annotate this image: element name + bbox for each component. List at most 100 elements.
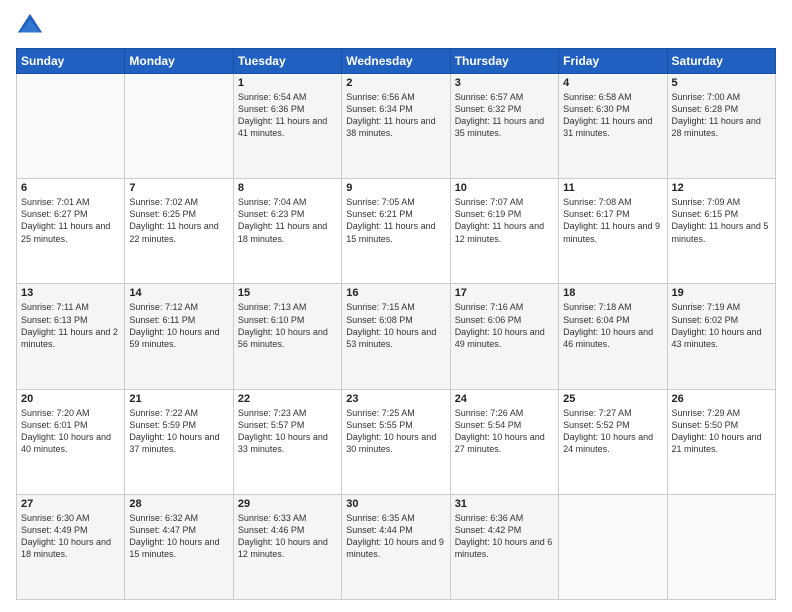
calendar-cell xyxy=(17,74,125,179)
calendar-cell: 12 Sunrise: 7:09 AMSunset: 6:15 PMDayligh… xyxy=(667,179,775,284)
calendar-cell: 20 Sunrise: 7:20 AMSunset: 6:01 PMDayligh… xyxy=(17,389,125,494)
day-number: 30 xyxy=(346,498,445,510)
cell-content: Sunrise: 7:07 AMSunset: 6:19 PMDaylight:… xyxy=(455,196,554,245)
cell-content: Sunrise: 7:19 AMSunset: 6:02 PMDaylight:… xyxy=(672,301,771,350)
day-number: 20 xyxy=(21,393,120,405)
cell-content: Sunrise: 7:05 AMSunset: 6:21 PMDaylight:… xyxy=(346,196,445,245)
calendar-cell: 14 Sunrise: 7:12 AMSunset: 6:11 PMDayligh… xyxy=(125,284,233,389)
cell-content: Sunrise: 7:11 AMSunset: 6:13 PMDaylight:… xyxy=(21,301,120,350)
calendar-cell: 19 Sunrise: 7:19 AMSunset: 6:02 PMDayligh… xyxy=(667,284,775,389)
cell-content: Sunrise: 7:27 AMSunset: 5:52 PMDaylight:… xyxy=(563,407,662,456)
logo-icon xyxy=(16,12,44,40)
day-number: 12 xyxy=(672,182,771,194)
logo xyxy=(16,12,48,40)
day-number: 4 xyxy=(563,77,662,89)
cell-content: Sunrise: 7:23 AMSunset: 5:57 PMDaylight:… xyxy=(238,407,337,456)
day-number: 15 xyxy=(238,287,337,299)
cell-content: Sunrise: 7:20 AMSunset: 6:01 PMDaylight:… xyxy=(21,407,120,456)
calendar-cell: 8Sunrise: 7:04 AMSunset: 6:23 PMDaylight… xyxy=(233,179,341,284)
calendar-cell: 23 Sunrise: 7:25 AMSunset: 5:55 PMDayligh… xyxy=(342,389,450,494)
calendar-cell: 25 Sunrise: 7:27 AMSunset: 5:52 PMDayligh… xyxy=(559,389,667,494)
day-number: 16 xyxy=(346,287,445,299)
col-header-tuesday: Tuesday xyxy=(233,49,341,74)
week-row-2: 6Sunrise: 7:01 AMSunset: 6:27 PMDaylight… xyxy=(17,179,776,284)
calendar-cell: 4 Sunrise: 6:58 AMSunset: 6:30 PMDaylight… xyxy=(559,74,667,179)
day-number: 14 xyxy=(129,287,228,299)
calendar-cell: 3 Sunrise: 6:57 AMSunset: 6:32 PMDaylight… xyxy=(450,74,558,179)
calendar-cell xyxy=(559,494,667,599)
day-number: 26 xyxy=(672,393,771,405)
page: SundayMondayTuesdayWednesdayThursdayFrid… xyxy=(0,0,792,612)
col-header-thursday: Thursday xyxy=(450,49,558,74)
day-number: 17 xyxy=(455,287,554,299)
cell-content: Sunrise: 7:26 AMSunset: 5:54 PMDaylight:… xyxy=(455,407,554,456)
cell-content: Sunrise: 7:15 AMSunset: 6:08 PMDaylight:… xyxy=(346,301,445,350)
cell-content: Sunrise: 6:33 AMSunset: 4:46 PMDaylight:… xyxy=(238,512,337,561)
calendar-cell: 24 Sunrise: 7:26 AMSunset: 5:54 PMDayligh… xyxy=(450,389,558,494)
calendar-cell: 7Sunrise: 7:02 AMSunset: 6:25 PMDaylight… xyxy=(125,179,233,284)
calendar-table: SundayMondayTuesdayWednesdayThursdayFrid… xyxy=(16,48,776,600)
calendar-cell: 6Sunrise: 7:01 AMSunset: 6:27 PMDaylight… xyxy=(17,179,125,284)
cell-content: Sunrise: 7:25 AMSunset: 5:55 PMDaylight:… xyxy=(346,407,445,456)
day-number: 1 xyxy=(238,77,337,89)
day-number: 21 xyxy=(129,393,228,405)
calendar-cell xyxy=(125,74,233,179)
cell-content: Sunrise: 6:58 AMSunset: 6:30 PMDaylight:… xyxy=(563,91,662,140)
cell-content: Sunrise: 7:04 AMSunset: 6:23 PMDaylight:… xyxy=(238,196,337,245)
calendar-cell: 2 Sunrise: 6:56 AMSunset: 6:34 PMDaylight… xyxy=(342,74,450,179)
cell-content: Sunrise: 6:35 AMSunset: 4:44 PMDaylight:… xyxy=(346,512,445,561)
calendar-cell: 11Sunrise: 7:08 AMSunset: 6:17 PMDayligh… xyxy=(559,179,667,284)
header-row: SundayMondayTuesdayWednesdayThursdayFrid… xyxy=(17,49,776,74)
day-number: 19 xyxy=(672,287,771,299)
cell-content: Sunrise: 7:09 AMSunset: 6:15 PMDaylight:… xyxy=(672,196,771,245)
week-row-4: 20 Sunrise: 7:20 AMSunset: 6:01 PMDayligh… xyxy=(17,389,776,494)
day-number: 18 xyxy=(563,287,662,299)
col-header-sunday: Sunday xyxy=(17,49,125,74)
week-row-3: 13Sunrise: 7:11 AMSunset: 6:13 PMDayligh… xyxy=(17,284,776,389)
calendar-cell: 17 Sunrise: 7:16 AMSunset: 6:06 PMDayligh… xyxy=(450,284,558,389)
calendar-cell: 30 Sunrise: 6:35 AMSunset: 4:44 PMDayligh… xyxy=(342,494,450,599)
cell-content: Sunrise: 6:54 AMSunset: 6:36 PMDaylight:… xyxy=(238,91,337,140)
cell-content: Sunrise: 7:22 AMSunset: 5:59 PMDaylight:… xyxy=(129,407,228,456)
calendar-cell: 13Sunrise: 7:11 AMSunset: 6:13 PMDayligh… xyxy=(17,284,125,389)
day-number: 10 xyxy=(455,182,554,194)
header xyxy=(16,12,776,40)
cell-content: Sunrise: 7:12 AMSunset: 6:11 PMDaylight:… xyxy=(129,301,228,350)
col-header-friday: Friday xyxy=(559,49,667,74)
calendar-cell: 29Sunrise: 6:33 AMSunset: 4:46 PMDayligh… xyxy=(233,494,341,599)
day-number: 3 xyxy=(455,77,554,89)
week-row-5: 27 Sunrise: 6:30 AMSunset: 4:49 PMDayligh… xyxy=(17,494,776,599)
day-number: 24 xyxy=(455,393,554,405)
cell-content: Sunrise: 6:32 AMSunset: 4:47 PMDaylight:… xyxy=(129,512,228,561)
day-number: 5 xyxy=(672,77,771,89)
cell-content: Sunrise: 6:57 AMSunset: 6:32 PMDaylight:… xyxy=(455,91,554,140)
day-number: 27 xyxy=(21,498,120,510)
calendar-cell xyxy=(667,494,775,599)
calendar-cell: 28Sunrise: 6:32 AMSunset: 4:47 PMDayligh… xyxy=(125,494,233,599)
calendar-cell: 27 Sunrise: 6:30 AMSunset: 4:49 PMDayligh… xyxy=(17,494,125,599)
col-header-monday: Monday xyxy=(125,49,233,74)
calendar-cell: 26 Sunrise: 7:29 AMSunset: 5:50 PMDayligh… xyxy=(667,389,775,494)
col-header-saturday: Saturday xyxy=(667,49,775,74)
day-number: 23 xyxy=(346,393,445,405)
cell-content: Sunrise: 7:02 AMSunset: 6:25 PMDaylight:… xyxy=(129,196,228,245)
calendar-body: 1 Sunrise: 6:54 AMSunset: 6:36 PMDaylight… xyxy=(17,74,776,600)
week-row-1: 1 Sunrise: 6:54 AMSunset: 6:36 PMDaylight… xyxy=(17,74,776,179)
col-header-wednesday: Wednesday xyxy=(342,49,450,74)
cell-content: Sunrise: 7:29 AMSunset: 5:50 PMDaylight:… xyxy=(672,407,771,456)
calendar-cell: 22Sunrise: 7:23 AMSunset: 5:57 PMDayligh… xyxy=(233,389,341,494)
cell-content: Sunrise: 7:16 AMSunset: 6:06 PMDaylight:… xyxy=(455,301,554,350)
day-number: 25 xyxy=(563,393,662,405)
day-number: 11 xyxy=(563,182,662,194)
cell-content: Sunrise: 6:36 AMSunset: 4:42 PMDaylight:… xyxy=(455,512,554,561)
cell-content: Sunrise: 6:30 AMSunset: 4:49 PMDaylight:… xyxy=(21,512,120,561)
calendar-cell: 1 Sunrise: 6:54 AMSunset: 6:36 PMDaylight… xyxy=(233,74,341,179)
calendar-cell: 5Sunrise: 7:00 AMSunset: 6:28 PMDaylight… xyxy=(667,74,775,179)
cell-content: Sunrise: 6:56 AMSunset: 6:34 PMDaylight:… xyxy=(346,91,445,140)
cell-content: Sunrise: 7:01 AMSunset: 6:27 PMDaylight:… xyxy=(21,196,120,245)
calendar-header: SundayMondayTuesdayWednesdayThursdayFrid… xyxy=(17,49,776,74)
day-number: 31 xyxy=(455,498,554,510)
day-number: 2 xyxy=(346,77,445,89)
calendar-cell: 21 Sunrise: 7:22 AMSunset: 5:59 PMDayligh… xyxy=(125,389,233,494)
calendar-cell: 16 Sunrise: 7:15 AMSunset: 6:08 PMDayligh… xyxy=(342,284,450,389)
